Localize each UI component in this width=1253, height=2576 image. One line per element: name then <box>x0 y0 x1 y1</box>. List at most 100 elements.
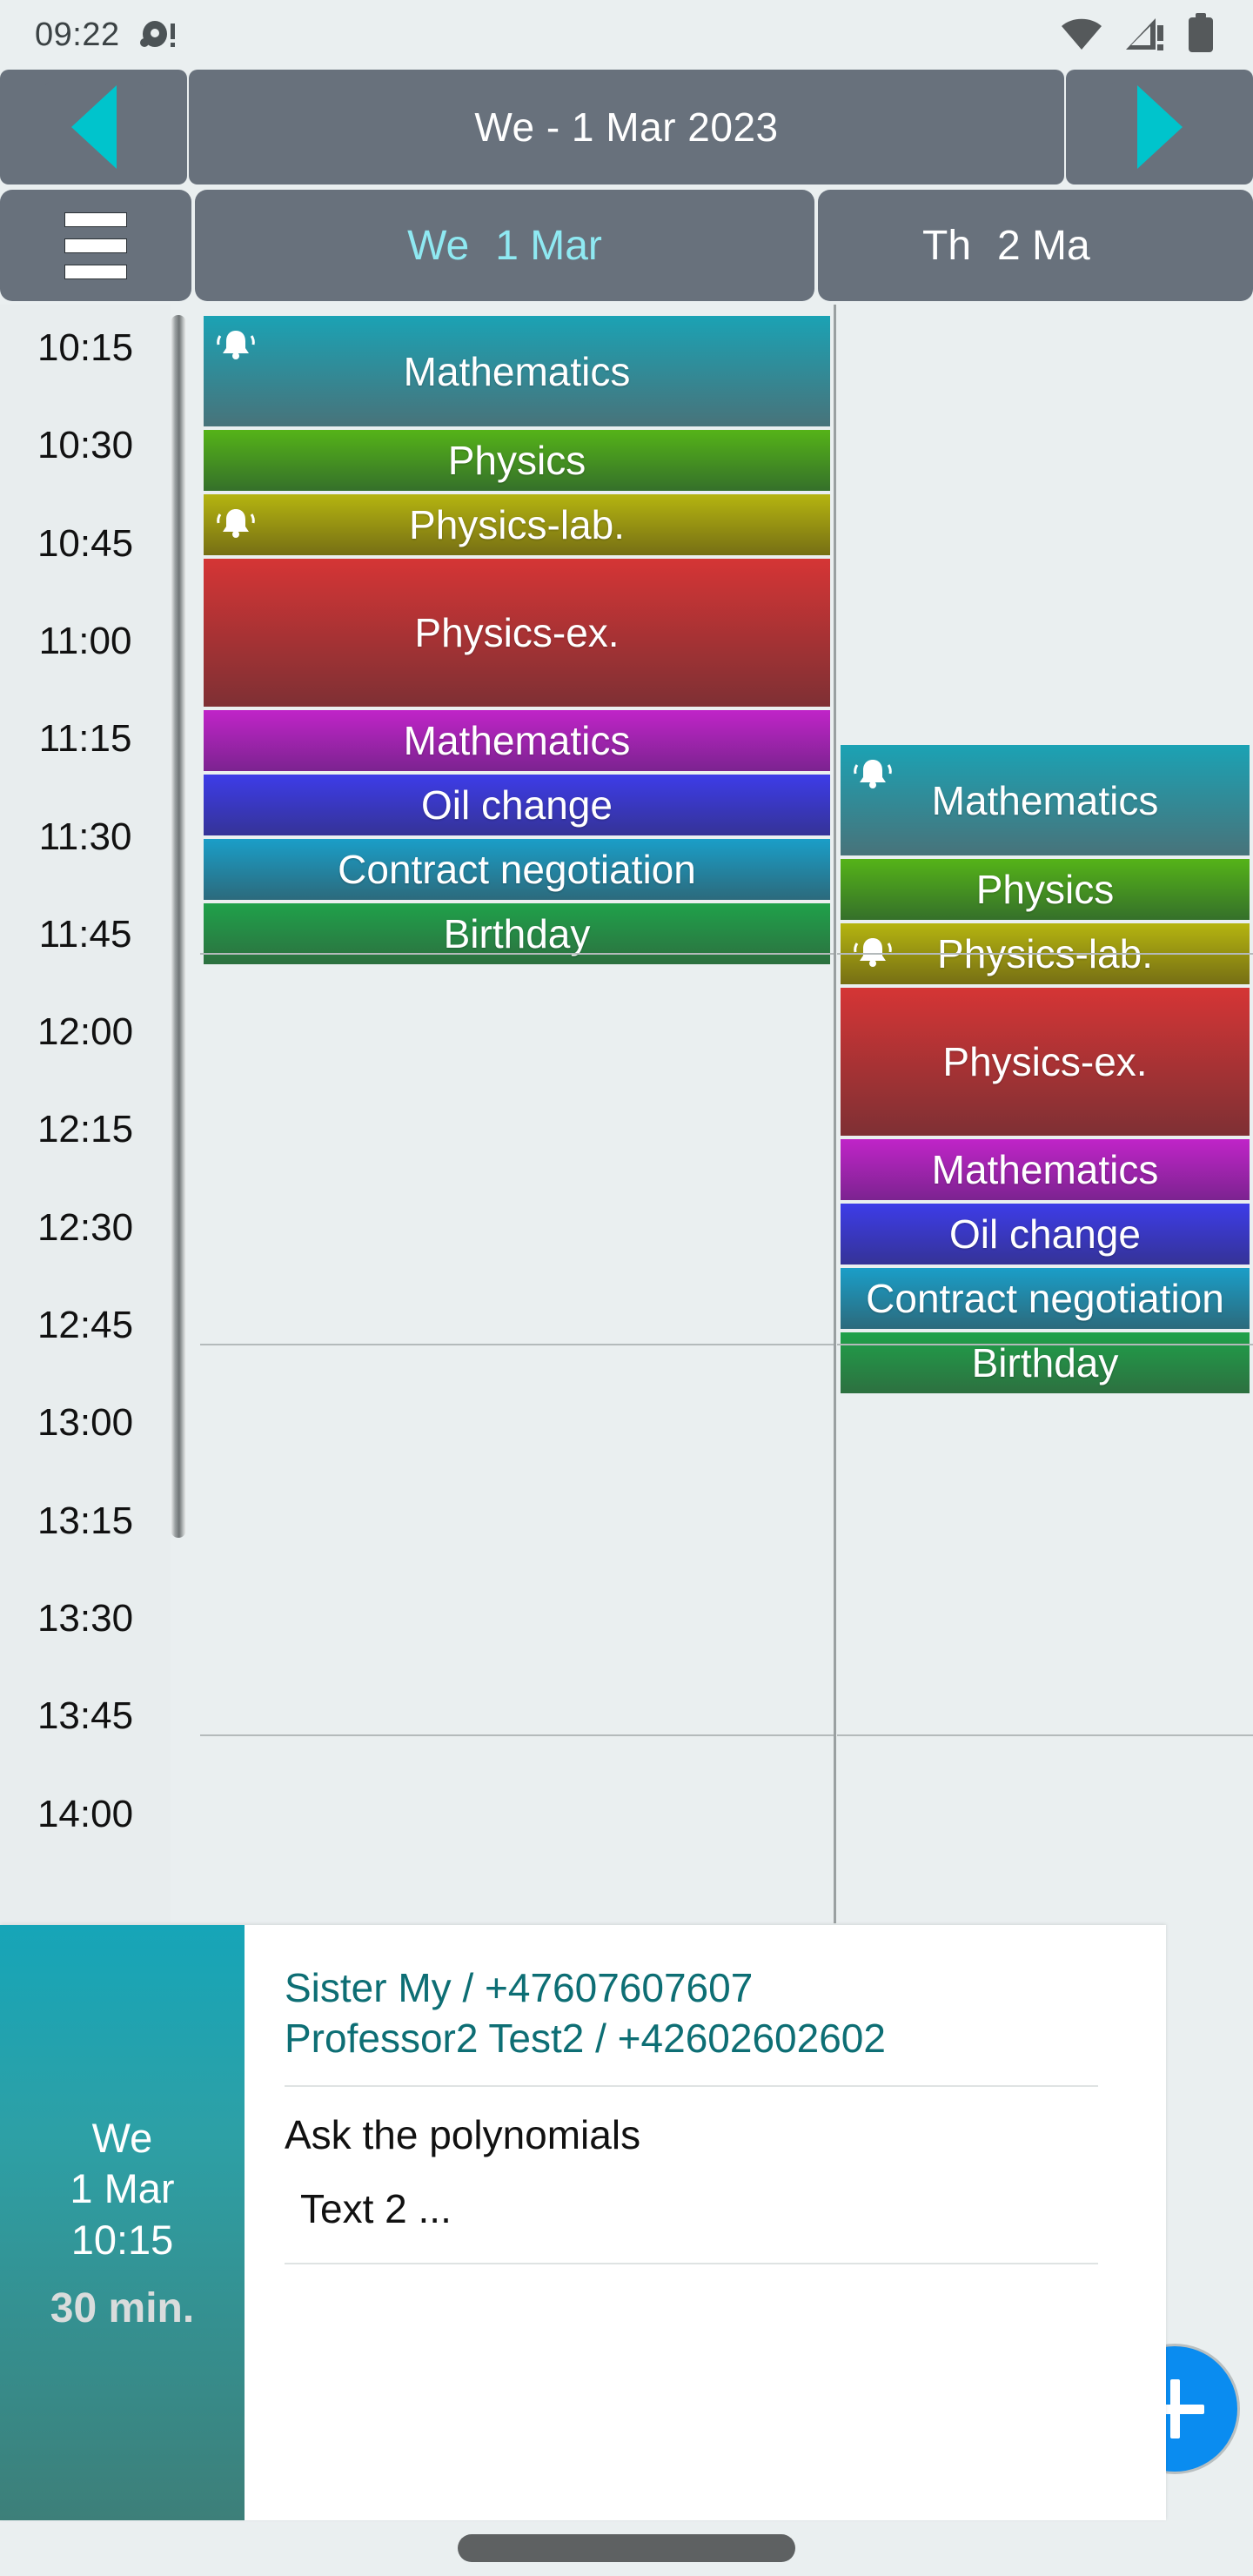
system-navigation-bar <box>0 2520 1253 2576</box>
calendar-event[interactable]: Contract negotiation <box>841 1268 1250 1329</box>
calendar-event[interactable]: Oil change <box>204 775 830 835</box>
calendar-event[interactable]: Mathematics <box>841 1139 1250 1200</box>
calendar-event-title: Birthday <box>971 1340 1119 1385</box>
detail-weekday: We <box>91 2115 153 2162</box>
time-label: 11:30 <box>38 815 132 858</box>
calendar-event-title: Physics-lab. <box>409 502 625 547</box>
event-detail-when: We 1 Mar 10:15 30 min. <box>0 1925 245 2520</box>
time-label: 12:30 <box>37 1205 134 1249</box>
calendar-event[interactable]: Physics <box>204 430 830 491</box>
time-label: 13:00 <box>37 1401 134 1445</box>
time-label: 13:15 <box>37 1499 134 1542</box>
battery-icon <box>1187 12 1215 57</box>
right-arrow-icon <box>1136 85 1183 169</box>
next-day-button[interactable] <box>1066 70 1253 184</box>
day-header-we[interactable]: We 1 Mar <box>195 190 814 301</box>
calendar-event[interactable]: Mathematics <box>204 316 830 426</box>
divider <box>285 2084 1098 2087</box>
status-bar: 09:22 <box>0 0 1253 70</box>
time-label: 11:00 <box>38 619 132 662</box>
calendar-event-title: Physics <box>447 438 586 483</box>
calendar-event[interactable]: Birthday <box>841 1332 1250 1393</box>
wifi-icon <box>1060 15 1103 56</box>
event-detail-content: Sister My / +47607607607 Professor2 Test… <box>245 1925 1166 2520</box>
detail-contact[interactable]: Professor2 Test2 / +42602602602 <box>285 2014 1126 2064</box>
time-label: 13:30 <box>37 1596 134 1640</box>
calendar-event[interactable]: Mathematics <box>204 710 830 771</box>
time-label: 12:15 <box>37 1108 134 1151</box>
calendar-event-title: Physics-ex. <box>942 1039 1148 1084</box>
time-axis-column: 10:15 10:30 10:45 11:00 11:15 11:30 11:45 12:00… <box>0 305 171 1923</box>
detail-body-line: Text 2 ... <box>300 2185 452 2231</box>
vertical-scrollbar[interactable] <box>171 315 186 1538</box>
calendar-event-title: Birthday <box>443 911 591 956</box>
detail-contact[interactable]: Sister My / +47607607607 <box>285 1963 1126 2014</box>
hour-line <box>837 1344 1253 1345</box>
hour-line <box>200 1344 834 1345</box>
calendar-event[interactable]: Oil change <box>841 1204 1250 1265</box>
time-label: 11:45 <box>38 912 132 956</box>
calendar-event-title: Mathematics <box>931 1147 1159 1192</box>
detail-body-line: Ask the polynomials <box>285 2111 641 2157</box>
day-header-th[interactable]: Th 2 Ma <box>818 190 1253 301</box>
calendar-event[interactable]: Physics <box>841 859 1250 920</box>
time-label: 13:45 <box>37 1694 134 1738</box>
calendar-event-title: Mathematics <box>403 348 631 394</box>
hamburger-icon <box>64 211 127 279</box>
calendar-event[interactable]: Birthday <box>204 903 830 964</box>
calendar-event-title: Physics <box>975 867 1115 912</box>
time-label: 14:00 <box>37 1792 134 1835</box>
alarm-bell-icon <box>216 503 256 538</box>
time-label: 12:00 <box>37 1010 134 1054</box>
time-label: 10:30 <box>37 424 134 467</box>
calendar-event-title: Physics-ex. <box>414 610 620 655</box>
alarm-bell-icon <box>216 325 256 359</box>
calendar-event-title: Oil change <box>421 782 613 828</box>
detail-duration: 30 min. <box>50 2284 195 2331</box>
calendar-event-title: Oil change <box>949 1211 1141 1257</box>
calendar-event-title: Contract negotiation <box>338 847 696 892</box>
day-header-date: 1 Mar <box>495 222 602 269</box>
day-header-weekday: We <box>407 222 470 269</box>
day-header-date: 2 Ma <box>997 222 1090 269</box>
left-arrow-icon <box>70 85 117 169</box>
status-bar-clock: 09:22 <box>35 16 120 53</box>
calendar-event[interactable]: Contract negotiation <box>204 839 830 900</box>
time-label: 12:45 <box>37 1304 134 1346</box>
time-label: 10:15 <box>37 326 134 369</box>
calendar-event[interactable]: Physics-ex. <box>204 559 830 707</box>
cellular-alert-icon <box>1124 15 1166 56</box>
alarm-bell-icon <box>853 754 893 788</box>
day-column-th[interactable]: Mathematics Physics Physics-lab. Physics-ex… <box>837 305 1253 1923</box>
calendar-event[interactable]: Physics-lab. <box>204 494 830 555</box>
column-divider <box>834 305 836 1923</box>
calendar-grid[interactable]: 10:15 10:30 10:45 11:00 11:15 11:30 11:45 12:00… <box>0 305 1253 1923</box>
day-header-row: We 1 Mar Th 2 Ma <box>0 190 1253 301</box>
event-detail-popup[interactable]: We 1 Mar 10:15 30 min. Sister My / +4760… <box>0 1925 1166 2520</box>
hour-line <box>200 953 834 955</box>
calendar-event[interactable]: Physics-ex. <box>841 988 1250 1136</box>
prev-day-button[interactable] <box>0 70 187 184</box>
menu-button[interactable] <box>0 190 191 301</box>
home-gesture-pill[interactable] <box>458 2534 795 2562</box>
page-title: We - 1 Mar 2023 <box>189 70 1064 184</box>
calendar-event[interactable]: Mathematics <box>841 745 1250 855</box>
calendar-event-title: Mathematics <box>403 718 631 763</box>
notification-dot-icon <box>139 18 178 51</box>
calendar-event-title: Contract negotiation <box>866 1276 1224 1321</box>
title-bar: We - 1 Mar 2023 <box>0 70 1253 184</box>
divider <box>285 2262 1098 2264</box>
hour-line <box>837 953 1253 955</box>
detail-date: 1 Mar <box>70 2165 175 2212</box>
hour-line <box>837 1734 1253 1736</box>
alarm-bell-icon <box>853 932 893 967</box>
day-column-we[interactable]: Mathematics Physics Physics-lab. Physics-ex… <box>200 305 834 1923</box>
calendar-event-title: Mathematics <box>931 777 1159 823</box>
status-bar-icons <box>1060 12 1215 57</box>
hour-line <box>200 1734 834 1736</box>
detail-time: 10:15 <box>70 2216 174 2263</box>
day-header-weekday: Th <box>922 222 972 269</box>
time-label: 10:45 <box>37 521 134 565</box>
time-label: 11:15 <box>38 717 132 761</box>
calendar-app-screen: 09:22 We - 1 Mar 2023 We 1 Mar Th 2 Ma 1… <box>0 0 1253 2576</box>
